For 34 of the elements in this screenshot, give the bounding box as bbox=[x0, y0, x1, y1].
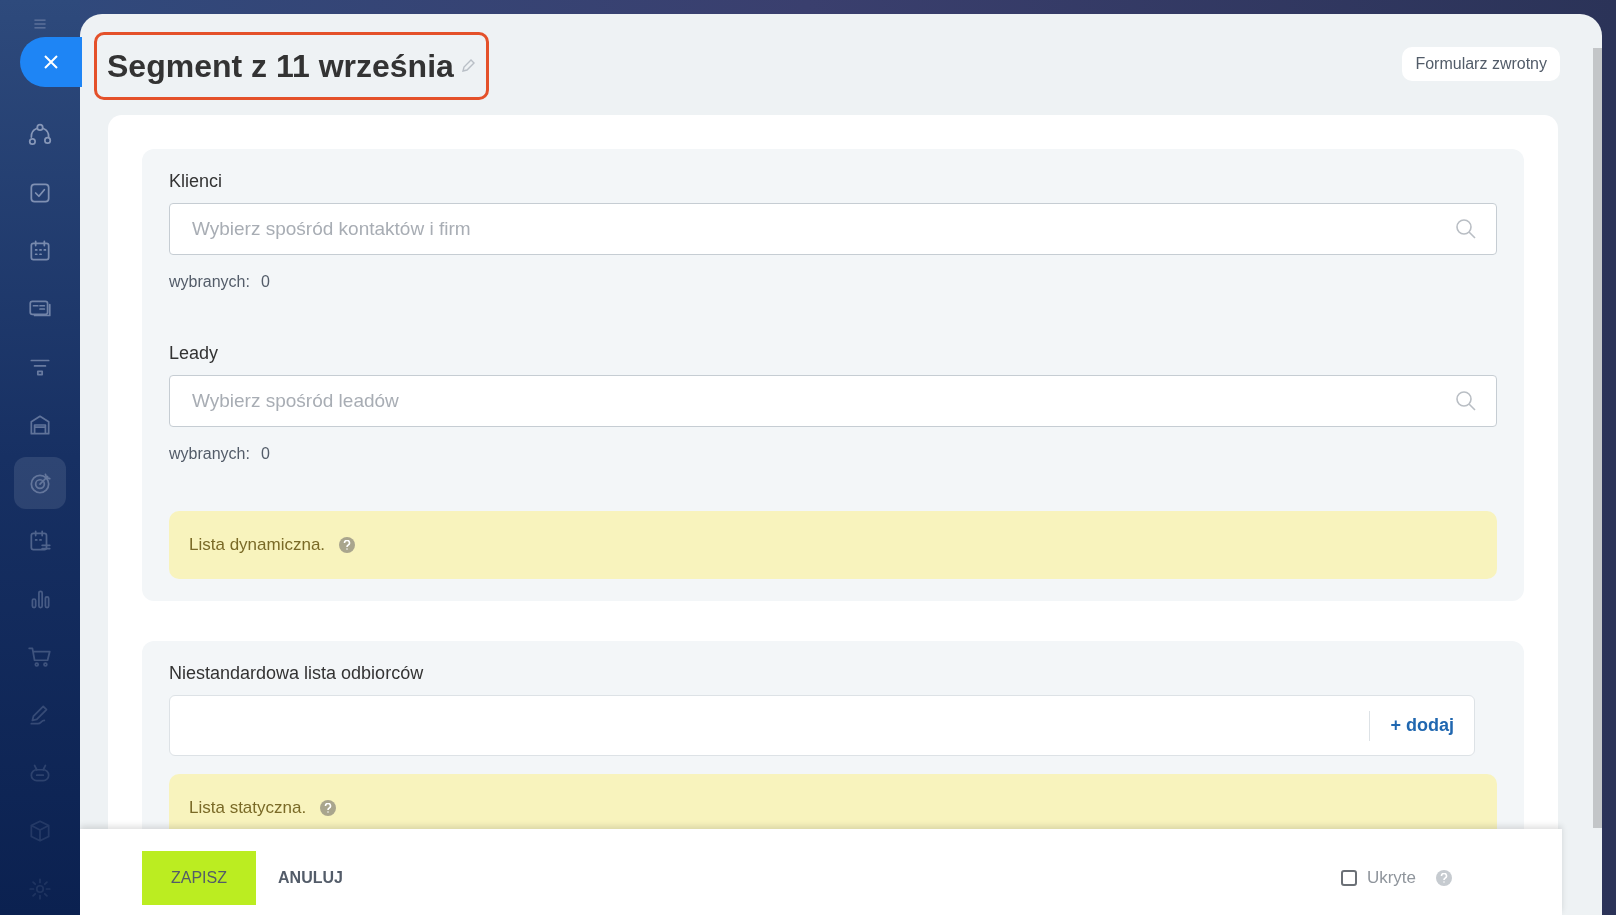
schedule-icon bbox=[27, 528, 53, 554]
field-label: Klienci bbox=[169, 170, 224, 193]
note-text: Lista dynamiczna. bbox=[189, 534, 326, 557]
search-icon[interactable] bbox=[1455, 390, 1477, 412]
box-icon bbox=[27, 818, 53, 844]
count-value: 0 bbox=[260, 444, 270, 464]
count-label: wybranych: bbox=[169, 272, 250, 292]
field-label: Leady bbox=[169, 342, 220, 365]
help-icon[interactable] bbox=[1436, 870, 1452, 886]
hidden-label: Ukryte bbox=[1366, 867, 1416, 890]
add-button[interactable]: + dodaj bbox=[1390, 712, 1454, 739]
recipients-field[interactable]: + dodaj bbox=[169, 695, 1475, 756]
count-label: wybranych: bbox=[169, 444, 250, 464]
cancel-button[interactable]: ANULUJ bbox=[278, 866, 343, 890]
close-icon bbox=[43, 54, 59, 70]
calendar-icon bbox=[27, 238, 53, 264]
nodes-icon bbox=[27, 122, 53, 148]
search-icon[interactable] bbox=[1455, 218, 1477, 240]
feedback-button[interactable]: Formularz zwrotny bbox=[1402, 47, 1560, 81]
help-icon[interactable] bbox=[320, 800, 337, 816]
hidden-checkbox[interactable] bbox=[1340, 870, 1357, 886]
close-button[interactable] bbox=[20, 37, 82, 87]
checkbox-icon bbox=[27, 180, 53, 206]
search-field[interactable]: Wybierz spośród kontaktów i firm bbox=[169, 203, 1497, 255]
pencil-icon[interactable] bbox=[459, 58, 476, 74]
save-button[interactable]: ZAPISZ bbox=[142, 851, 256, 905]
note-text: Lista statyczna. bbox=[189, 797, 307, 820]
field-label: Niestandardowa lista odbiorców bbox=[169, 662, 425, 685]
page-title: Segment z 11 września bbox=[107, 47, 454, 86]
cart-icon bbox=[27, 644, 53, 670]
sidebar-item[interactable] bbox=[14, 457, 66, 509]
help-icon[interactable] bbox=[339, 537, 356, 553]
search-field[interactable]: Wybierz spośród leadów bbox=[169, 375, 1497, 427]
count-value: 0 bbox=[260, 272, 270, 292]
